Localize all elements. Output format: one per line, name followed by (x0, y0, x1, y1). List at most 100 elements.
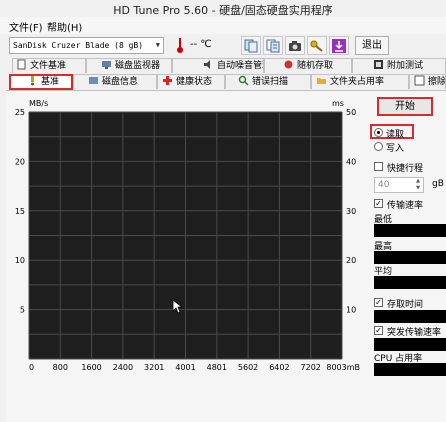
chart-canvas: MB/s ms 25 20 15 10 5 50 40 30 20 10 0 800 1600 2400 320… (15, 99, 360, 372)
write-radio[interactable]: 写入 (374, 141, 414, 154)
tab-label: 基准 (41, 77, 60, 87)
tab-disk-info[interactable]: 磁盘信息 (73, 74, 157, 89)
tab-label: 随机存取 (297, 61, 334, 71)
scan-icon (238, 75, 249, 86)
tab-label: 健康状态 (176, 77, 213, 87)
y-right-axis-label: ms (332, 99, 344, 108)
tab-row-bottom: 基准 磁盘信息 健康状态 错误扫描 文件夹占用率 擦除 (0, 74, 446, 90)
short-stroke-label: 快捷行程 (387, 164, 424, 174)
tab-extra-tests[interactable]: 附加测试 (352, 58, 446, 73)
title-bar: HD Tune Pro 5.60 - 硬盘/固态硬盘实用程序 (0, 0, 446, 17)
y-left-tick-label: 15 (15, 207, 25, 216)
health-icon (162, 75, 173, 86)
info-icon (88, 75, 99, 86)
tab-label: 磁盘信息 (102, 77, 139, 87)
menu-file[interactable]: 文件(F) (6, 19, 46, 34)
window-title: HD Tune Pro 5.60 - 硬盘/固态硬盘实用程序 (113, 4, 333, 17)
y-right-tick-label: 50 (346, 108, 356, 117)
short-stroke-spinner[interactable]: 40 ▲ ▼ (374, 177, 424, 193)
tab-erase[interactable]: 擦除 (409, 74, 446, 89)
x-tick-label: 7202 (301, 363, 321, 372)
tab-label: 磁盘监视器 (115, 61, 161, 71)
drive-select[interactable]: SanDisk Cruzer Blade (8 gB) ▼ (9, 37, 164, 54)
x-tick-label: 3201 (144, 363, 164, 372)
download-icon (332, 39, 346, 53)
temperature-readout: -- ℃ (190, 39, 212, 50)
checkbox-box (374, 162, 383, 171)
tab-random-access[interactable]: 随机存取 (264, 58, 352, 73)
start-button[interactable]: 开始 (377, 97, 433, 116)
tab-disk-monitor[interactable]: 磁盘监视器 (86, 58, 172, 73)
y-left-tick-label: 20 (15, 157, 25, 166)
read-radio[interactable]: 读取 (374, 127, 414, 140)
x-tick-label: 2400 (113, 363, 133, 372)
mouse-cursor-icon (173, 300, 182, 314)
exit-button[interactable]: 退出 (355, 36, 389, 55)
checkbox-box: ✓ (374, 199, 383, 208)
tab-health[interactable]: 健康状态 (157, 74, 225, 89)
options-button[interactable] (307, 36, 327, 55)
radio-dot (374, 128, 383, 137)
y-right-tick-label: 40 (346, 157, 356, 166)
file-icon (16, 59, 27, 70)
camera-icon (289, 41, 301, 51)
tab-benchmark[interactable]: 基准 (9, 74, 73, 90)
max-value-box (374, 251, 446, 264)
copy-text-icon (266, 39, 280, 53)
spinner-arrows-icon[interactable]: ▲ ▼ (414, 178, 422, 192)
monitor-icon (101, 59, 112, 70)
benchmark-chart: MB/s ms 25 20 15 10 5 50 40 30 20 10 0 800 1600 2400 320… (7, 92, 367, 382)
burst-rate-label: 突发传输速率 (387, 328, 442, 338)
key-icon (310, 40, 323, 52)
chevron-down-icon: ▼ (155, 41, 160, 49)
tab-noise-management[interactable]: 自动噪音管理 (172, 58, 264, 73)
thermometer-icon (177, 38, 183, 53)
short-stroke-value: 40 (378, 180, 390, 190)
read-write-radio-group: 读取 写入 (370, 124, 414, 154)
benchmark-icon (27, 76, 38, 86)
copy-info-button[interactable] (241, 36, 261, 55)
screenshot-button[interactable] (285, 36, 305, 55)
x-tick-label: 8003mB (326, 363, 360, 372)
cpu-value-box (374, 363, 446, 376)
copy-text-button[interactable] (263, 36, 283, 55)
x-tick-label: 1600 (81, 363, 101, 372)
x-tick-label: 0 (29, 363, 34, 372)
copy-info-icon (244, 39, 258, 53)
y-left-axis-label: MB/s (29, 99, 48, 108)
tab-label: 错误扫描 (252, 77, 289, 87)
speaker-icon (203, 59, 214, 70)
folder-icon (316, 75, 327, 86)
tab-folder-usage[interactable]: 文件夹占用率 (311, 74, 409, 89)
y-right-tick-label: 10 (346, 306, 356, 315)
avg-value-box (374, 276, 446, 289)
burst-rate-value-box (374, 338, 446, 351)
x-tick-label: 4801 (207, 363, 227, 372)
checkbox-box: ✓ (374, 298, 383, 307)
y-left-tick-label: 5 (20, 306, 25, 315)
x-tick-label: 800 (53, 363, 68, 372)
y-left-tick-label: 10 (15, 256, 25, 265)
tab-label: 文件夹占用率 (330, 77, 385, 87)
checkbox-box: ✓ (374, 326, 383, 335)
random-icon (283, 59, 294, 70)
save-button[interactable] (329, 36, 349, 55)
tab-label: 附加测试 (387, 61, 424, 71)
access-time-label: 存取时间 (387, 300, 424, 310)
y-left-tick-label: 25 (15, 108, 25, 117)
access-time-value-box (374, 310, 446, 323)
radio-dot (374, 142, 383, 151)
drive-select-value: SanDisk Cruzer Blade (8 gB) (13, 41, 144, 50)
tab-label: 文件基准 (30, 61, 67, 71)
short-stroke-unit: gB (432, 179, 444, 189)
tab-error-scan[interactable]: 错误扫描 (225, 74, 311, 89)
x-tick-label: 5602 (238, 363, 258, 372)
y-right-tick-label: 30 (346, 207, 356, 216)
tab-row-top: 文件基准 磁盘监视器 自动噪音管理 随机存取 附加测试 (0, 58, 446, 74)
write-label: 写入 (386, 144, 405, 154)
tab-label: 自动噪音管理 (217, 61, 263, 71)
toolbar: SanDisk Cruzer Blade (8 gB) ▼ -- ℃ 退出 (0, 34, 446, 58)
tab-file-benchmark[interactable]: 文件基准 (12, 58, 86, 73)
x-tick-label: 4001 (175, 363, 195, 372)
menu-help[interactable]: 帮助(H) (44, 19, 85, 34)
